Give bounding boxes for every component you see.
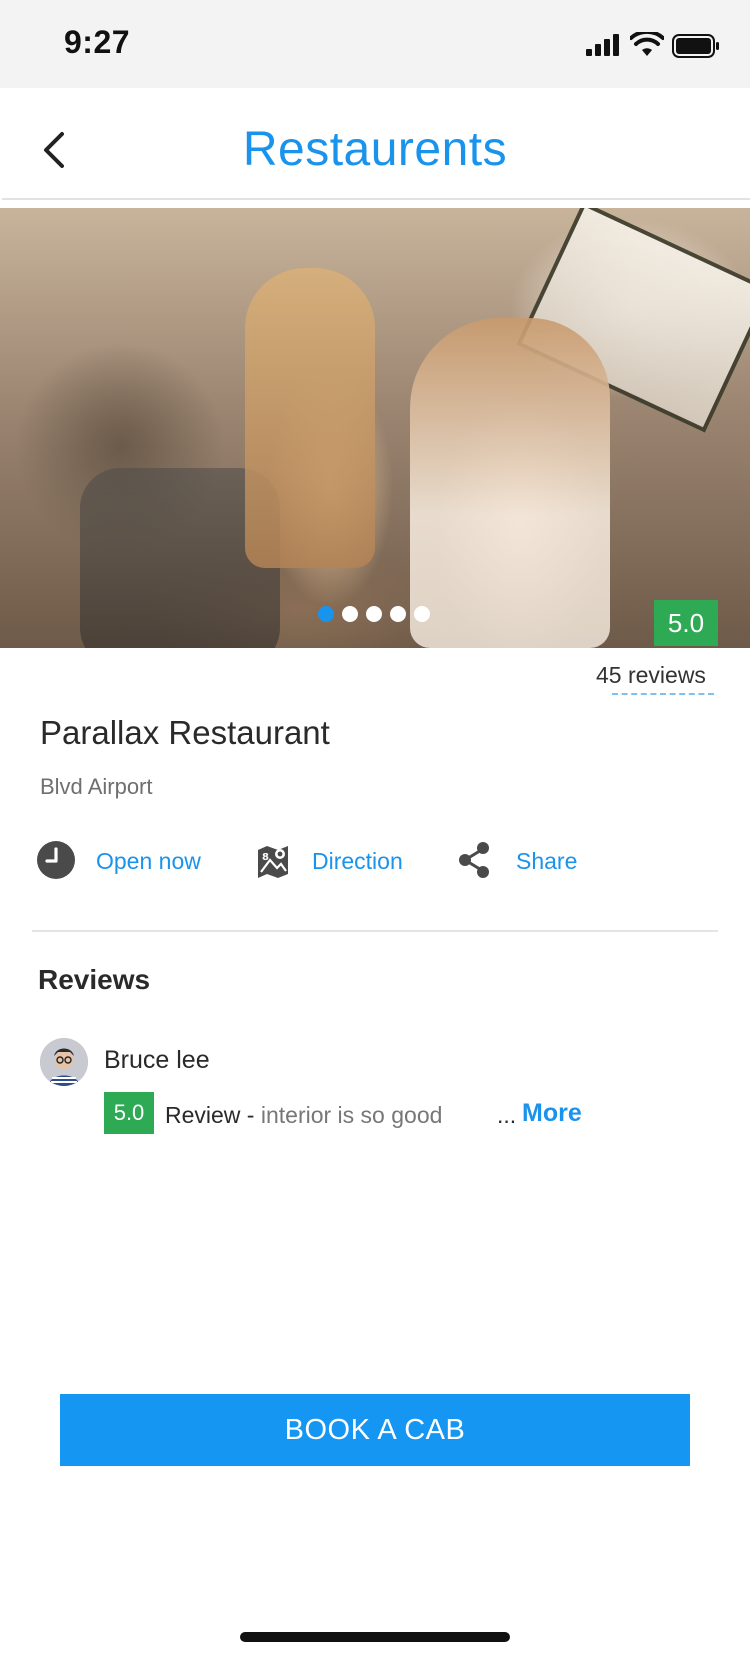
carousel-dot[interactable] (390, 606, 406, 622)
reviews-link-underline (612, 693, 714, 695)
review-more-link[interactable]: More (522, 1099, 582, 1128)
restaurant-photo[interactable] (0, 208, 750, 648)
signal-icon (586, 34, 619, 56)
restaurant-name: Parallax Restaurant (40, 714, 330, 751)
direction-label: Direction (312, 848, 403, 874)
avatar[interactable] (40, 1038, 88, 1086)
carousel-dot[interactable] (318, 606, 334, 622)
header-divider (2, 198, 750, 200)
review-rating-badge: 5.0 (104, 1092, 154, 1134)
svg-text:8: 8 (262, 852, 269, 863)
rating-badge: 5.0 (654, 600, 718, 646)
direction-button[interactable]: 8 Direction (256, 840, 426, 884)
book-cab-button[interactable]: BOOK A CAB (60, 1394, 690, 1466)
avatar-image (40, 1038, 88, 1086)
open-now-label: Open now (96, 848, 201, 874)
share-button[interactable]: Share (456, 840, 586, 884)
carousel-dot[interactable] (366, 606, 382, 622)
home-indicator (240, 1632, 510, 1642)
review-label: Review - (165, 1102, 255, 1128)
status-bar: 9:27 (0, 0, 750, 88)
open-now-button[interactable]: Open now (36, 840, 226, 884)
carousel-dot[interactable] (414, 606, 430, 622)
map-icon: 8 (258, 846, 288, 878)
nav-header: Restaurents (0, 88, 750, 198)
page-title: Restaurents (242, 123, 508, 176)
reviewer-name: Bruce lee (104, 1046, 210, 1074)
share-label: Share (516, 848, 578, 874)
reviews-heading: Reviews (38, 964, 151, 995)
clock-icon (37, 841, 75, 879)
restaurant-location: Blvd Airport (40, 774, 153, 799)
battery-icon (672, 34, 719, 58)
wifi-icon (630, 32, 664, 56)
share-icon (459, 842, 489, 878)
carousel-dot[interactable] (342, 606, 358, 622)
review-ellipsis: ... (497, 1102, 517, 1128)
review-body: interior is so good (260, 1102, 443, 1128)
section-divider (32, 930, 718, 932)
reviews-count-link[interactable]: 45 reviews (596, 662, 706, 689)
status-time: 9:27 (64, 24, 131, 60)
review-text: Review - interior is so good (165, 1102, 442, 1129)
